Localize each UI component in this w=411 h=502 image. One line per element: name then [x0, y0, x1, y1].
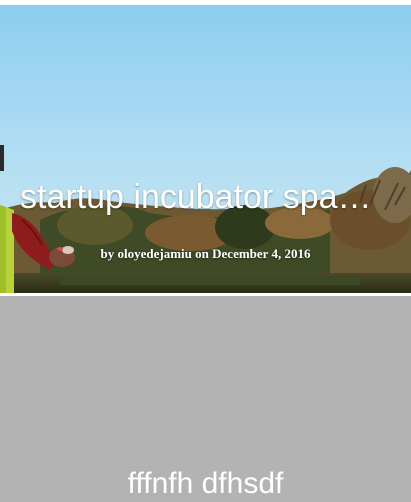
- post-card-featured[interactable]: startup incubator spa… by oloyedejamiu o…: [0, 5, 411, 293]
- post-meta: by oloyedejamiu on December 4, 2016: [0, 245, 411, 263]
- post-title-link[interactable]: startup incubator spa…: [20, 177, 392, 217]
- post-card[interactable]: fffnfh dfhsdf: [0, 296, 411, 502]
- post-author-link[interactable]: oloyedejamiu: [118, 246, 192, 261]
- post-meta-by: by: [100, 246, 115, 261]
- post-list: startup incubator spa… by oloyedejamiu o…: [0, 0, 411, 502]
- post-title-link[interactable]: fffnfh dfhsdf: [0, 466, 411, 502]
- post-date-link[interactable]: December 4, 2016: [212, 246, 310, 261]
- post-meta-on: on: [195, 246, 209, 261]
